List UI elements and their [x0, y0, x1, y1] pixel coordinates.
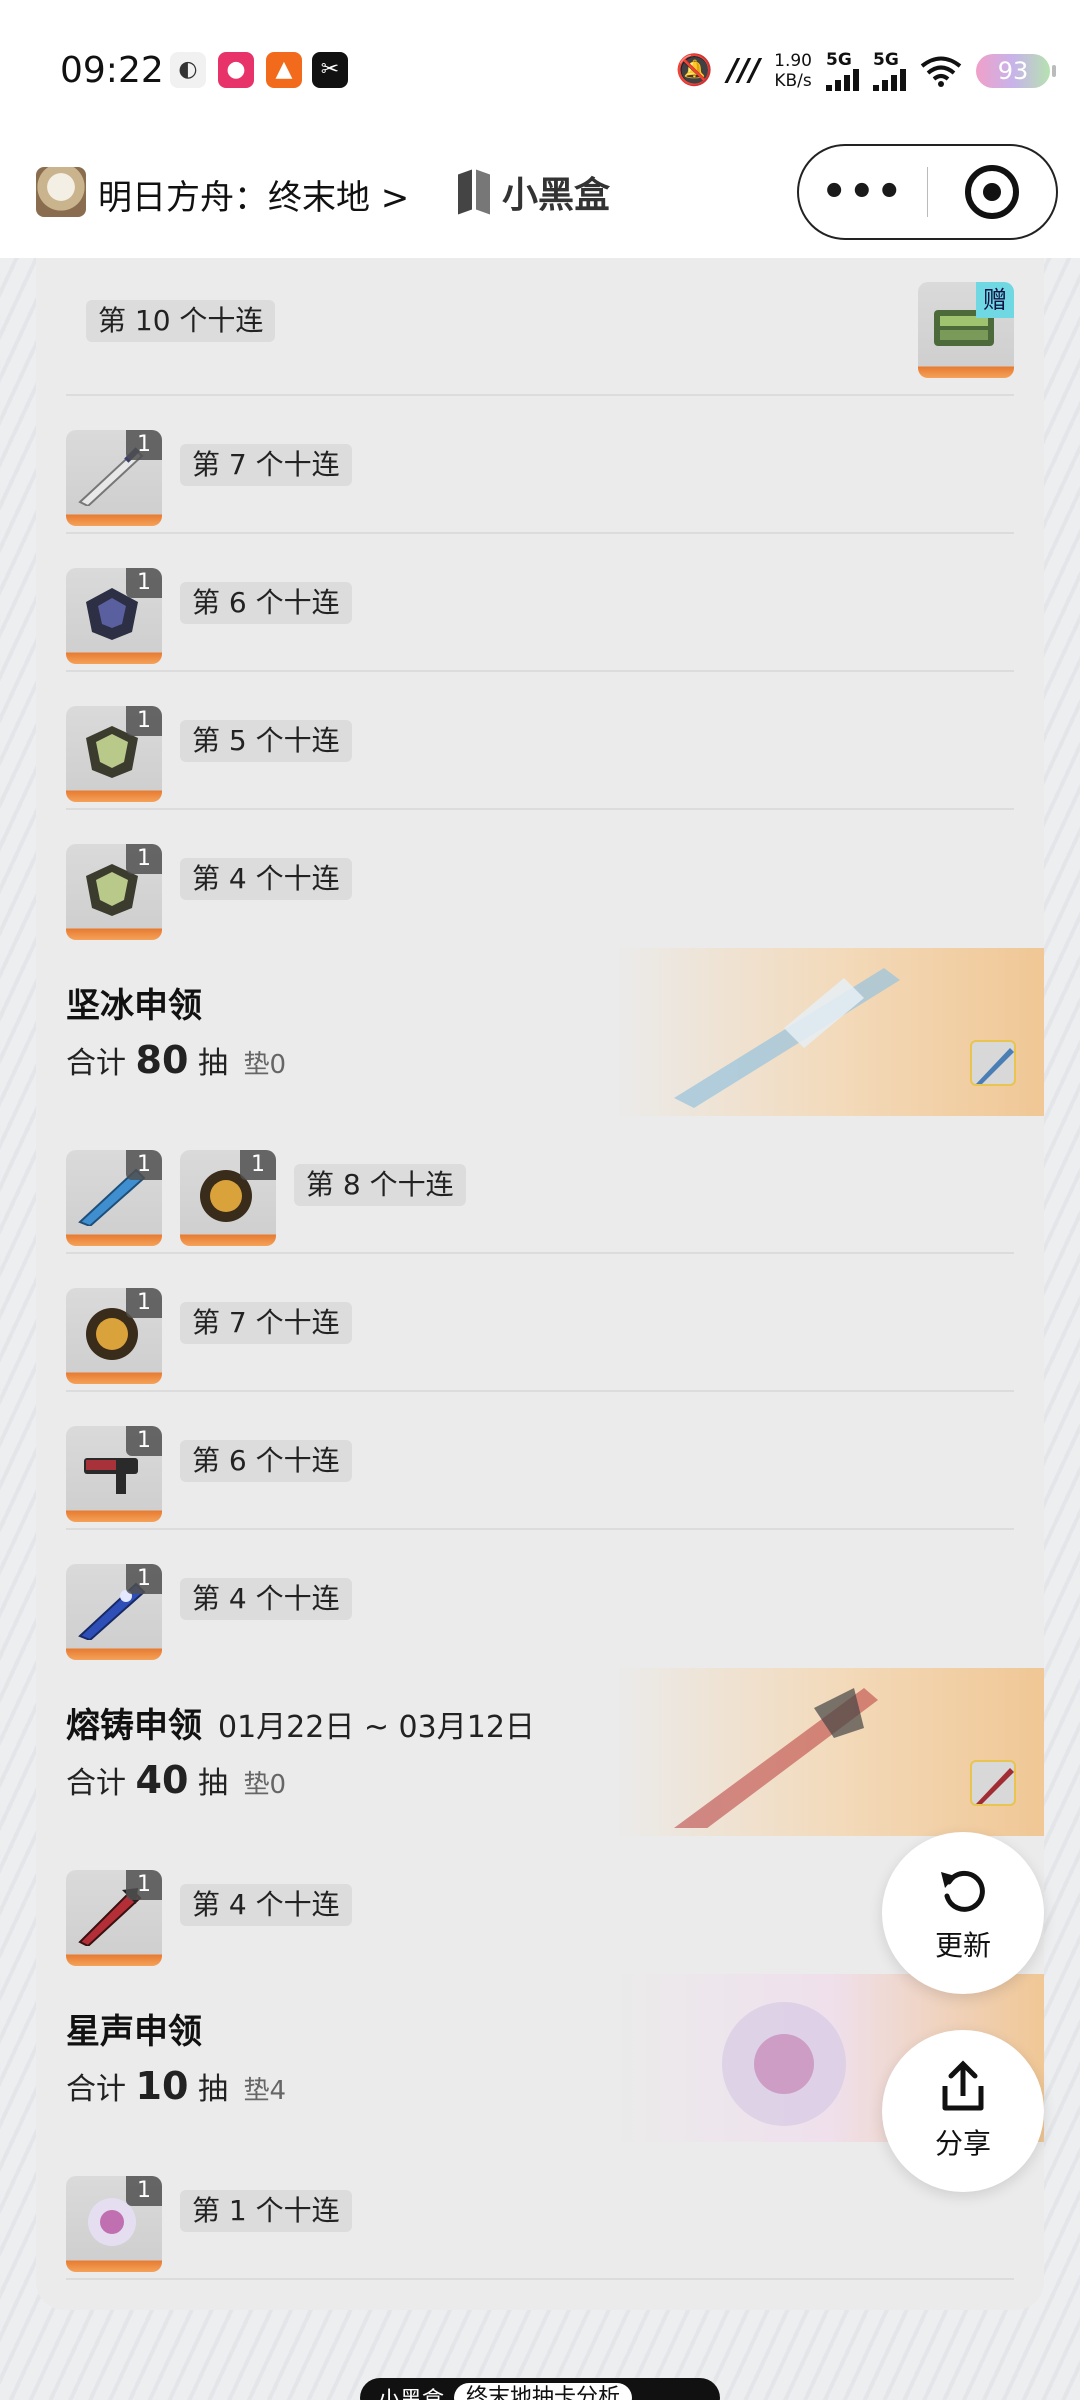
app-notification-icon: ◐	[170, 52, 206, 88]
status-bar: 09:22 ◐ ● ▲ ✂ 🔕 /// 1.90 KB/s 5G 5G 93	[0, 0, 1080, 140]
pull-label: 第 4 个十连	[180, 1884, 352, 1926]
banner-name: 熔铸申领 01月22日 ~ 03月12日	[66, 1706, 535, 1746]
gift-badge: 赠	[976, 282, 1014, 318]
footer-watermark: 小黑盒 终末地抽卡分析	[360, 2378, 720, 2400]
target-icon	[965, 165, 1020, 219]
pull-label: 第 7 个十连	[180, 1302, 352, 1344]
pull-label: 第 5 个十连	[180, 720, 352, 762]
pull-label: 第 6 个十连	[180, 1440, 352, 1482]
status-indicators: 🔕 /// 1.90 KB/s 5G 5G 93	[675, 48, 1056, 94]
pity-count: 垫0	[243, 1050, 287, 1080]
network-speed: 1.90 KB/s	[774, 51, 812, 91]
pull-row: 1 第 6 个十连	[66, 534, 1014, 672]
app-notification-icon: ✂	[312, 52, 348, 88]
refresh-button[interactable]: 更新	[882, 1832, 1044, 1994]
item-tile[interactable]: 1	[66, 1870, 162, 1966]
pull-label: 第 10 个十连	[86, 300, 276, 342]
item-tile[interactable]: 1	[66, 706, 162, 802]
item-count: 1	[126, 2176, 162, 2206]
game-title-link[interactable]: 明日方舟：终末地 >	[98, 170, 409, 219]
pull-row: 1 1 第 8 个十连	[66, 1116, 1014, 1254]
item-tile[interactable]: 1	[66, 1150, 162, 1246]
banner-name: 坚冰申领	[66, 986, 202, 1026]
banner-header[interactable]: 熔铸申领 01月22日 ~ 03月12日 合计 40 抽 垫0	[36, 1668, 1044, 1836]
pull-label: 第 4 个十连	[180, 858, 352, 900]
refresh-label: 更新	[934, 1929, 991, 1962]
molten-spear-art-icon	[674, 1688, 878, 1828]
pull-label: 第 1 个十连	[180, 2190, 352, 2232]
brand-logo: 小黑盒	[456, 166, 610, 218]
pull-row: 1 第 1 个十连	[66, 2142, 1014, 2280]
item-tile[interactable]: 1	[66, 1288, 162, 1384]
spear-icon	[976, 1048, 1014, 1084]
signal-bars-icon	[826, 68, 859, 91]
banner-dates: 01月22日 ~ 03月12日	[218, 1710, 535, 1745]
mini-program-title-bar: 明日方舟：终末地 > 小黑盒 •••	[0, 140, 1080, 258]
spear-icon	[976, 1768, 1014, 1804]
item-count: 1	[126, 1870, 162, 1900]
item-tile[interactable]: 1	[180, 1150, 276, 1246]
pull-row: 1 第 7 个十连	[66, 396, 1014, 534]
item-tile[interactable]: 赠	[918, 282, 1014, 378]
refresh-icon	[941, 1870, 985, 1912]
heybox-logo-icon	[456, 168, 496, 216]
item-tile[interactable]: 1	[66, 2176, 162, 2272]
wifi-icon	[920, 56, 962, 87]
item-count: 1	[126, 1150, 162, 1180]
mini-program-capsule: •••	[797, 144, 1058, 240]
signal-5g-2: 5G	[873, 51, 906, 91]
banner-header[interactable]: 坚冰申领 合计 80 抽 垫0	[36, 948, 1044, 1116]
pull-row: 1 第 7 个十连	[66, 1254, 1014, 1392]
share-label: 分享	[934, 2127, 991, 2160]
banner-name: 星声申领	[66, 2012, 202, 2052]
pity-count: 垫0	[243, 1770, 287, 1800]
pull-label: 第 6 个十连	[180, 582, 352, 624]
status-time: 09:22	[60, 50, 164, 91]
app-notification-icon: ●	[218, 52, 254, 88]
item-count: 1	[126, 1564, 162, 1594]
share-icon	[942, 2060, 984, 2111]
game-avatar[interactable]	[36, 167, 86, 217]
more-menu-button[interactable]: •••	[799, 169, 927, 215]
banner-weapon-thumb	[970, 1760, 1016, 1806]
item-count: 1	[126, 844, 162, 874]
ice-spear-art-icon	[674, 968, 900, 1108]
pull-history-card: 第 10 个十连 赠 1 第 7 个十连 1 第 6 个十连 1 第 5 个十连…	[36, 258, 1044, 2310]
item-tile[interactable]: 1	[66, 568, 162, 664]
item-tile[interactable]: 1	[66, 1426, 162, 1522]
pull-row: 1 第 5 个十连	[66, 672, 1014, 810]
item-tile[interactable]: 1	[66, 1564, 162, 1660]
pull-row: 1 第 6 个十连	[66, 1392, 1014, 1530]
banner-total: 合计 80 抽 垫0	[66, 1038, 287, 1082]
pull-row: 1 第 4 个十连	[66, 810, 1014, 948]
close-mini-program-button[interactable]	[928, 165, 1056, 219]
signal-5g-1: 5G	[826, 51, 859, 91]
item-tile[interactable]: 1	[66, 430, 162, 526]
app-notification-icon: ▲	[266, 52, 302, 88]
pull-row: 1 第 4 个十连	[66, 1836, 1014, 1974]
item-count: 1	[126, 1288, 162, 1318]
pull-label: 第 4 个十连	[180, 1578, 352, 1620]
pity-count: 垫4	[243, 2076, 287, 2106]
signal-bars-icon	[873, 68, 906, 91]
battery-indicator: 93	[976, 54, 1056, 88]
item-tile[interactable]: 1	[66, 844, 162, 940]
banner-weapon-thumb	[970, 1040, 1016, 1086]
pull-label: 第 7 个十连	[180, 444, 352, 486]
banner-total: 合计 10 抽 垫4	[66, 2064, 287, 2108]
item-count: 1	[126, 706, 162, 736]
mute-bell-icon: 🔕	[675, 53, 714, 88]
pull-row: 1 第 4 个十连	[66, 1530, 1014, 1668]
pull-row: 第 10 个十连 赠	[66, 258, 1014, 396]
item-count: 1	[126, 430, 162, 460]
item-count: 1	[126, 1426, 162, 1456]
item-count: 1	[240, 1150, 276, 1180]
item-count: 1	[126, 568, 162, 598]
pull-label: 第 8 个十连	[294, 1164, 466, 1206]
nfc-icon: ///	[727, 53, 761, 88]
share-button[interactable]: 分享	[882, 2030, 1044, 2192]
banner-total: 合计 40 抽 垫0	[66, 1758, 287, 1802]
